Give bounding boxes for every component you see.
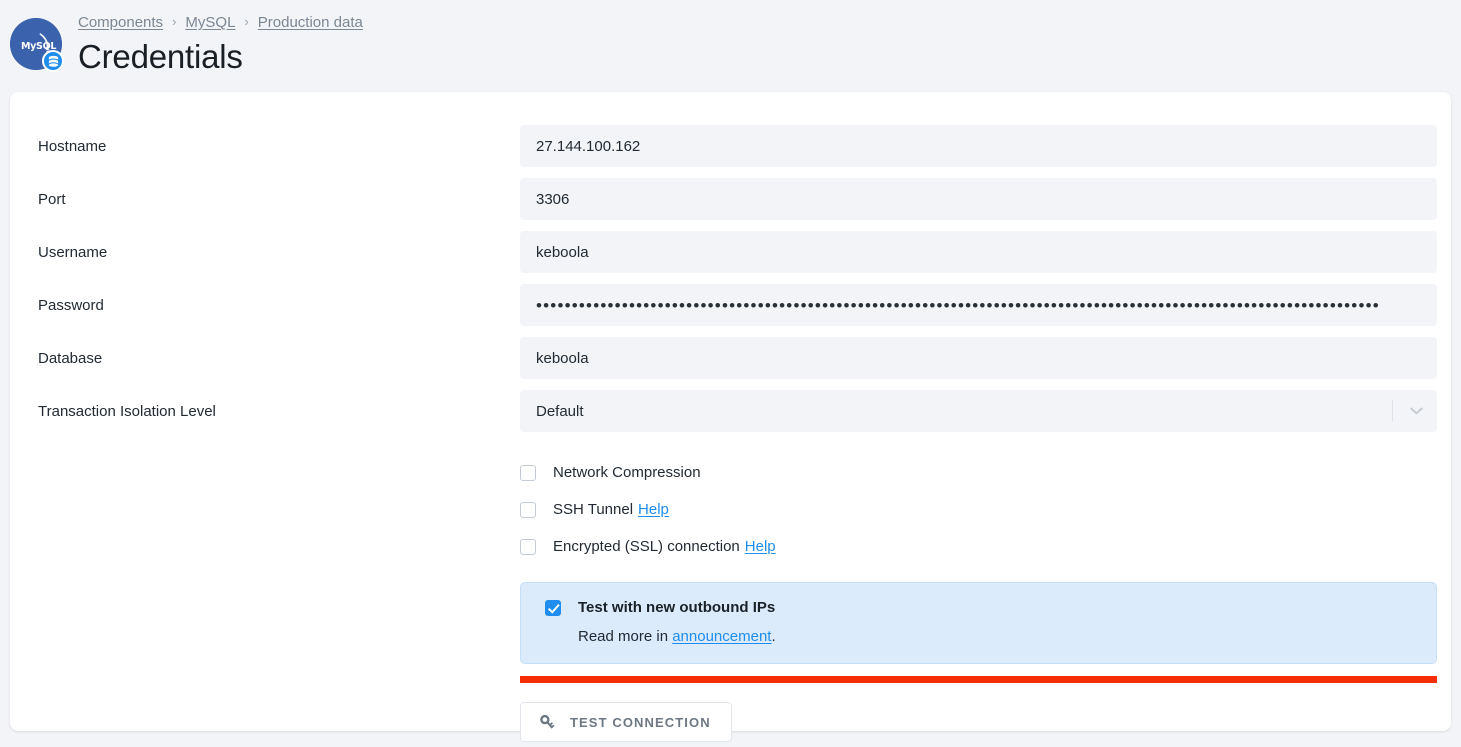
- breadcrumb-item-components[interactable]: Components: [78, 13, 163, 33]
- form-row-database: Database keboola: [38, 337, 1437, 379]
- network-compression-label: Network Compression: [553, 464, 701, 481]
- isolation-level-selected-value: Default: [536, 402, 584, 420]
- outbound-ips-description-suffix: .: [771, 628, 776, 645]
- outbound-ips-checkbox[interactable]: [545, 599, 561, 616]
- select-divider: [1392, 400, 1393, 422]
- checkbox-row-ssl[interactable]: Encrypted (SSL) connection Help: [520, 538, 1423, 555]
- label-password: Password: [38, 297, 104, 314]
- transaction-isolation-level-select[interactable]: Default: [520, 390, 1437, 432]
- options-checkbox-group: Network Compression SSH Tunnel Help Encr…: [520, 464, 1423, 555]
- breadcrumb-item-production-data[interactable]: Production data: [258, 13, 363, 33]
- breadcrumb-item-mysql[interactable]: MySQL: [185, 13, 235, 33]
- outbound-ips-description: Read more in announcement.: [578, 628, 1416, 645]
- password-masked-value: ••••••••••••••••••••••••••••••••••••••••…: [536, 296, 1380, 314]
- outbound-ips-info-box: Test with new outbound IPs Read more in …: [520, 582, 1437, 664]
- control-isolation-level: Default: [520, 390, 1437, 432]
- credentials-card: Hostname 27.144.100.162 Port 3306 Userna…: [10, 92, 1451, 742]
- label-database: Database: [38, 350, 103, 367]
- label-options-spacer: [38, 443, 520, 455]
- network-compression-checkbox[interactable]: [520, 464, 536, 481]
- form-row-port: Port 3306: [38, 178, 1437, 220]
- label-hostname: Hostname: [38, 138, 107, 155]
- control-username: keboola: [520, 231, 1437, 273]
- ssl-connection-label: Encrypted (SSL) connection: [553, 538, 740, 555]
- outbound-ips-checkbox-row[interactable]: Test with new outbound IPs: [545, 599, 1416, 616]
- page-header: MySQL Components › MySQL › Production da…: [10, 10, 363, 78]
- header-text: Components › MySQL › Production data Cre…: [78, 10, 363, 78]
- page-root: MySQL Components › MySQL › Production da…: [0, 0, 1461, 747]
- outbound-ips-label: Test with new outbound IPs: [578, 599, 776, 616]
- ssh-tunnel-label: SSH Tunnel: [553, 501, 634, 518]
- form-row-options: Network Compression SSH Tunnel Help Encr…: [38, 443, 1437, 742]
- checkbox-row-ssh-tunnel[interactable]: SSH Tunnel Help: [520, 501, 1423, 518]
- outbound-ips-description-prefix: Read more in: [578, 628, 673, 645]
- test-connection-label: Test Connection: [570, 714, 711, 730]
- chevron-down-icon[interactable]: [1410, 407, 1423, 415]
- password-input[interactable]: ••••••••••••••••••••••••••••••••••••••••…: [520, 284, 1437, 326]
- breadcrumb-separator-icon: ›: [172, 14, 177, 29]
- control-port: 3306: [520, 178, 1437, 220]
- form-row-username: Username keboola: [38, 231, 1437, 273]
- mysql-logo: MySQL: [10, 18, 64, 72]
- breadcrumb: Components › MySQL › Production data: [78, 13, 363, 33]
- database-badge-icon: [42, 50, 64, 72]
- page-title: Credentials: [78, 38, 243, 75]
- control-options: Network Compression SSH Tunnel Help Encr…: [520, 443, 1437, 742]
- form-row-password: Password •••••••••••••••••••••••••••••••…: [38, 284, 1437, 326]
- ssl-connection-checkbox[interactable]: [520, 538, 536, 555]
- control-password: ••••••••••••••••••••••••••••••••••••••••…: [520, 284, 1437, 326]
- ssh-tunnel-checkbox[interactable]: [520, 501, 536, 518]
- form-row-hostname: Hostname 27.144.100.162: [38, 125, 1437, 167]
- connection-error-bar: [520, 676, 1437, 683]
- form-row-isolation-level: Transaction Isolation Level Default: [38, 390, 1437, 432]
- checkbox-row-network-compression[interactable]: Network Compression: [520, 464, 1423, 481]
- credentials-form: Hostname 27.144.100.162 Port 3306 Userna…: [10, 92, 1451, 747]
- username-input[interactable]: keboola: [520, 231, 1437, 273]
- label-port: Port: [38, 191, 66, 208]
- control-database: keboola: [520, 337, 1437, 379]
- hostname-input[interactable]: 27.144.100.162: [520, 125, 1437, 167]
- port-input[interactable]: 3306: [520, 178, 1437, 220]
- key-icon: [539, 714, 556, 731]
- label-transaction-isolation-level: Transaction Isolation Level: [38, 403, 216, 420]
- ssl-connection-help-link[interactable]: Help: [745, 538, 776, 555]
- control-hostname: 27.144.100.162: [520, 125, 1437, 167]
- label-username: Username: [38, 244, 108, 261]
- test-connection-button[interactable]: Test Connection: [520, 702, 732, 742]
- ssh-tunnel-help-link[interactable]: Help: [638, 501, 669, 518]
- announcement-link[interactable]: announcement: [672, 628, 771, 645]
- breadcrumb-separator-icon: ›: [244, 14, 249, 29]
- database-input[interactable]: keboola: [520, 337, 1437, 379]
